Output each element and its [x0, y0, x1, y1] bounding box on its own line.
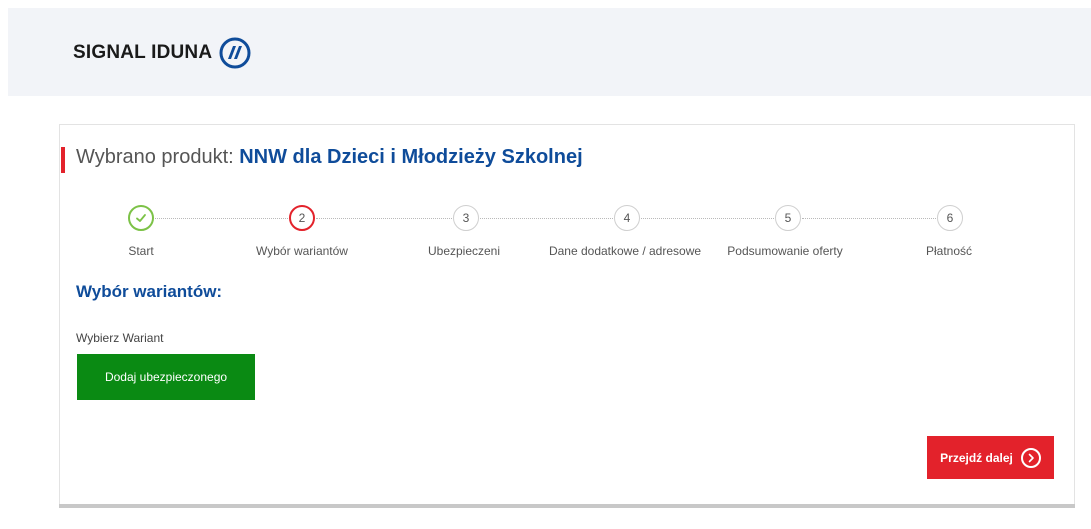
- step-connector: [480, 218, 613, 219]
- product-card: Wybrano produkt: NNW dla Dzieci i Młodzi…: [59, 124, 1075, 508]
- step-connector: [155, 218, 288, 219]
- step-5-circle: 5: [775, 205, 801, 231]
- variant-label: Wybierz Wariant: [76, 331, 164, 345]
- step-3-label: Ubezpieczeni: [427, 244, 501, 258]
- step-1-circle: [128, 205, 154, 231]
- card-bottom-border: [59, 504, 1075, 508]
- title-accent-bar: [61, 147, 65, 173]
- section-title: Wybór wariantów:: [76, 282, 223, 301]
- next-step-button[interactable]: Przejdź dalej: [927, 436, 1054, 479]
- next-step-label: Przejdź dalej: [940, 450, 1013, 465]
- chevron-right-circle-icon: [1020, 447, 1041, 468]
- step-2-circle: 2: [289, 205, 315, 231]
- step-4-label: Dane dodatkowe / adresowe: [548, 244, 702, 258]
- logo-text: SIGNAL IDUNA: [73, 42, 213, 63]
- add-insured-button[interactable]: Dodaj ubezpieczonego: [77, 354, 255, 400]
- step-connector: [641, 218, 774, 219]
- signal-iduna-logo-icon: [219, 37, 251, 69]
- step-6-circle: 6: [937, 205, 963, 231]
- step-2-label: Wybór wariantów: [256, 244, 348, 258]
- step-connector: [802, 218, 936, 219]
- step-connector: [316, 218, 452, 219]
- brand-logo[interactable]: SIGNAL IDUNA: [73, 35, 251, 71]
- product-name: NNW dla Dzieci i Młodzieży Szkolnej: [239, 146, 583, 168]
- progress-stepper: 2 3 4 5 6 Start Wybór wariantów Ubezpiec…: [60, 205, 1076, 265]
- page-title: Wybrano produkt: NNW dla Dzieci i Młodzi…: [76, 146, 583, 169]
- check-icon: [136, 214, 146, 222]
- step-3-circle: 3: [453, 205, 479, 231]
- step-1-label: Start: [128, 244, 154, 258]
- step-6-label: Płatność: [925, 244, 973, 258]
- title-prefix: Wybrano produkt:: [76, 146, 240, 168]
- step-4-circle: 4: [614, 205, 640, 231]
- step-5-label: Podsumowanie oferty: [727, 244, 843, 258]
- page-header: SIGNAL IDUNA: [8, 8, 1091, 96]
